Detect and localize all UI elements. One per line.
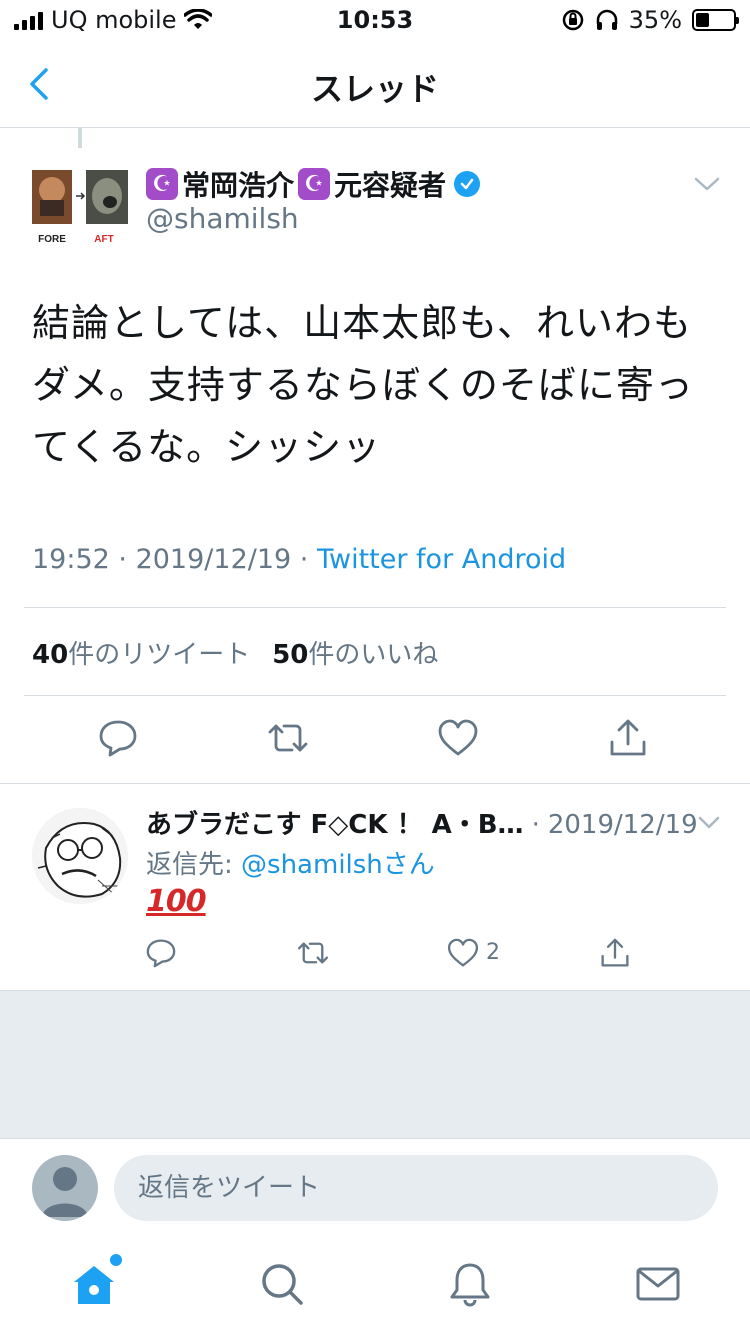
reply-avatar[interactable]: [32, 808, 128, 904]
tweet-actions: [0, 716, 750, 764]
retweet-icon[interactable]: [296, 936, 330, 970]
reply-to-prefix: 返信先:: [146, 850, 242, 880]
tweet-meta: 19:52 · 2019/12/19 · Twitter for Android: [32, 544, 567, 575]
retweets-stat[interactable]: 40件のリツイート: [32, 634, 250, 671]
tab-messages[interactable]: [634, 1260, 682, 1308]
battery-icon: [692, 9, 739, 31]
tweet-date: 2019/12/19: [135, 544, 292, 575]
avatar[interactable]: FORE AFT: [32, 166, 128, 250]
reply-display-name[interactable]: あブラだこす F◇CK ！ A・B…: [146, 804, 524, 841]
tweet-source-link[interactable]: Twitter for Android: [317, 544, 566, 575]
chevron-down-icon[interactable]: [698, 816, 720, 830]
tab-notifications[interactable]: [446, 1260, 494, 1308]
notification-dot: [110, 1254, 122, 1266]
tab-home[interactable]: [70, 1254, 122, 1308]
reply-header: あブラだこす F◇CK ！ A・B… · 2019/12/19: [146, 804, 698, 841]
retweets-label: 件のリツイート: [68, 640, 251, 670]
reply-tweet[interactable]: あブラだこす F◇CK ！ A・B… · 2019/12/19 返信先: @sh…: [0, 784, 750, 990]
reply-icon[interactable]: [96, 716, 140, 760]
display-name[interactable]: ☪ 常岡浩介 ☪ 元容疑者: [146, 164, 481, 204]
bottom-tab-bar: [0, 1238, 750, 1334]
tweet-stats: 40件のリツイート 50件のいいね: [32, 634, 438, 671]
display-name-suffix: 元容疑者: [334, 169, 447, 202]
heart-icon[interactable]: [436, 716, 480, 760]
page-title: スレッド: [310, 70, 439, 108]
heart-icon[interactable]: [446, 936, 480, 970]
manga-face-icon: [32, 808, 128, 904]
default-avatar-icon: [42, 1167, 88, 1217]
share-icon[interactable]: [606, 716, 650, 760]
user-avatar[interactable]: [32, 1155, 98, 1221]
crescent-moon-icon: ☪: [298, 168, 331, 200]
likes-label: 件のいいね: [308, 640, 439, 670]
headphones-icon: [596, 9, 617, 30]
crescent-moon-icon: ☪: [146, 168, 178, 200]
verified-badge-icon: [454, 171, 481, 197]
empty-thread-area: [0, 990, 750, 1138]
reply-input[interactable]: [114, 1155, 718, 1221]
chevron-down-icon[interactable]: [694, 176, 720, 192]
thread-connector: [78, 128, 82, 148]
tweet-time: 19:52: [32, 544, 110, 575]
tweet-text: 結論としては、山本太郎も、れいわもダメ。支持するならぼくのそばに寄ってくるな。シ…: [32, 301, 694, 469]
reply-icon[interactable]: [144, 936, 178, 970]
mail-icon: [636, 1267, 680, 1301]
share-icon[interactable]: [598, 936, 632, 970]
display-name-main: 常岡浩介: [182, 169, 295, 202]
reply-composer: [0, 1138, 750, 1238]
status-right: 35%: [561, 6, 739, 34]
retweets-count: 40: [32, 640, 69, 670]
home-icon: [74, 1266, 114, 1304]
likes-stat[interactable]: 50件のいいね: [272, 634, 438, 671]
avatar-label-after: AFT: [94, 234, 113, 245]
user-handle[interactable]: @shamilsh: [146, 202, 299, 235]
reply-to-line: 返信先: @shamilshさん: [146, 844, 435, 881]
reply-mention-link[interactable]: @shamilshさん: [241, 850, 435, 880]
battery-percent: 35%: [628, 6, 682, 34]
retweet-icon[interactable]: [266, 716, 310, 760]
bell-icon: [450, 1263, 490, 1307]
status-bar: UQ mobile 10:53 35%: [0, 0, 750, 40]
divider: [24, 607, 726, 608]
avatar-label-before: FORE: [38, 234, 66, 245]
nav-header: スレッド: [0, 40, 750, 128]
rotation-lock-icon: [562, 9, 583, 31]
likes-count: 50: [272, 640, 309, 670]
reply-date: 2019/12/19: [547, 810, 698, 840]
search-icon: [262, 1264, 303, 1305]
divider: [24, 695, 726, 696]
hundred-points-emoji: 100: [146, 884, 207, 919]
reply-like-count: 2: [486, 940, 500, 965]
tab-search[interactable]: [258, 1260, 306, 1308]
tweet-header: FORE AFT ☪ 常岡浩介 ☪ 元容疑者 @shamilsh: [32, 162, 726, 252]
